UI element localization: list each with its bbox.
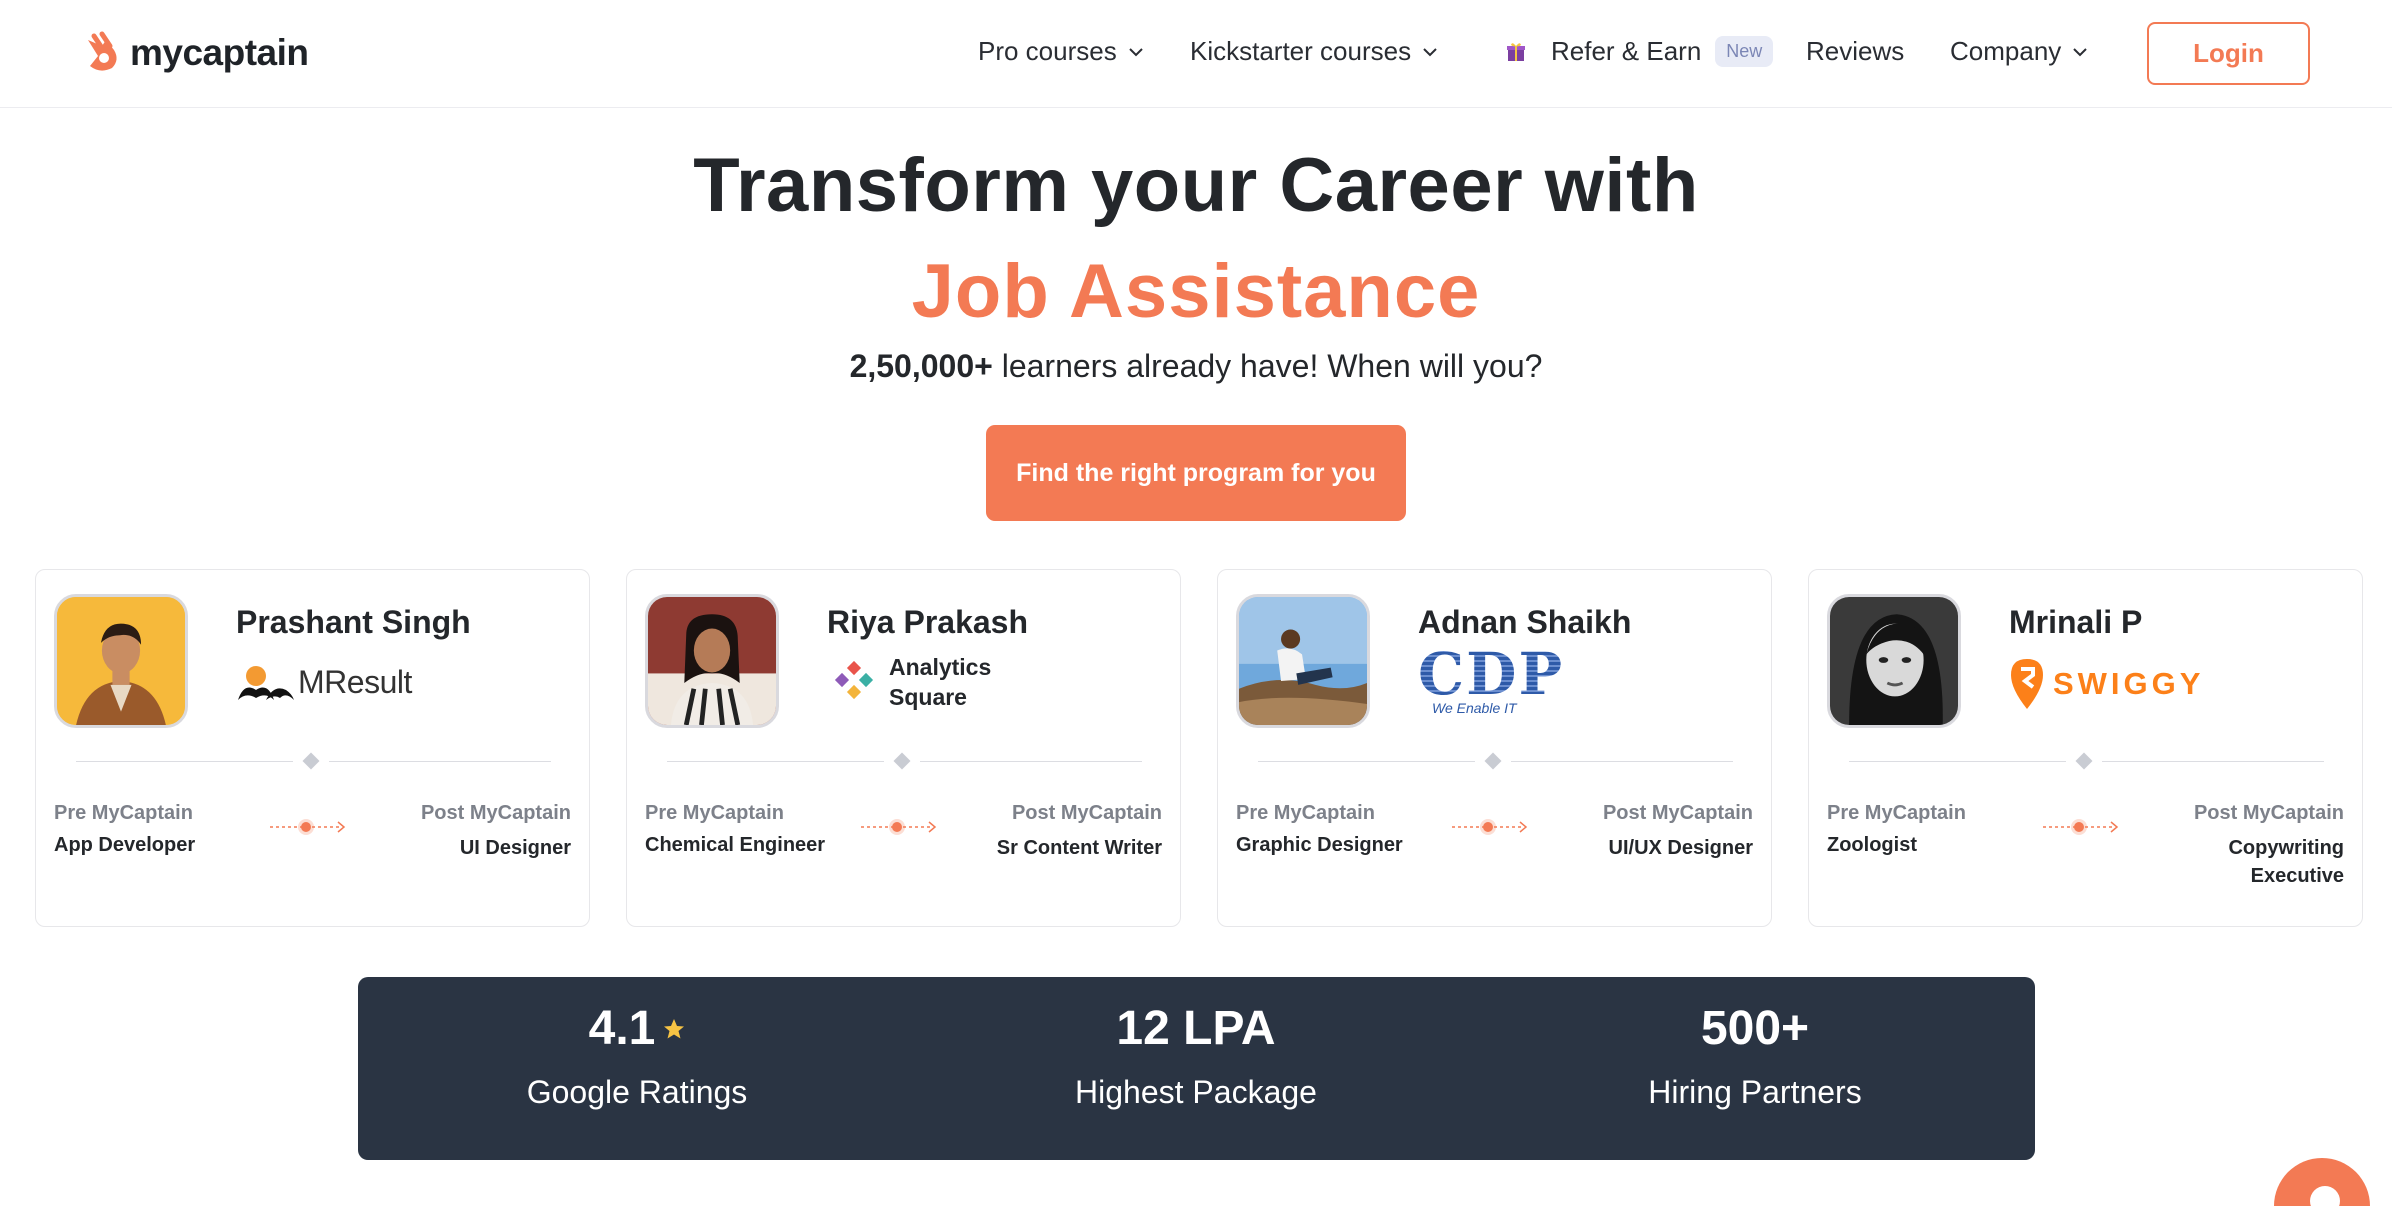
hero-accent-title: Job Assistance: [911, 249, 1481, 334]
analytics-square-line1: Analytics: [889, 654, 992, 680]
post-value-line1: Copywriting: [2228, 837, 2344, 859]
hero-title: Transform your Career with: [693, 143, 1699, 228]
nav-refer-earn-label: Refer & Earn: [1551, 36, 1702, 66]
pre-value: Graphic Designer: [1236, 834, 1403, 856]
logo[interactable]: mycaptain: [80, 30, 309, 76]
person-photo: [57, 597, 185, 725]
post-value: UI/UX Designer: [1608, 837, 1753, 859]
rating-value: 4.1: [588, 1002, 656, 1055]
stats-panel: 4.1 Google Ratings 12 LPA Highest Packag…: [358, 977, 2035, 1160]
nav-refer-earn[interactable]: Refer & Earn New: [1505, 36, 1774, 67]
pre-value: Chemical Engineer: [645, 834, 826, 856]
chevron-down-icon: [2073, 47, 2087, 56]
testimonial-card[interactable]: Mrinali P SWIGGY Pre MyCaptain Zoologist…: [1808, 569, 2363, 927]
mresult-logo-text: MResult: [298, 663, 412, 700]
testimonial-card[interactable]: Prashant Singh MResult Pre MyCaptain App…: [35, 569, 590, 927]
chevron-down-icon: [1423, 47, 1437, 56]
company-logo-mresult: MResult: [236, 652, 412, 712]
stat-value: 4.1: [437, 1001, 837, 1056]
stat-label: Hiring Partners: [1648, 1074, 1862, 1110]
stat-label: Google Ratings: [526, 1074, 748, 1110]
post-value: Sr Content Writer: [996, 837, 1162, 859]
post-label: Post MyCaptain: [1011, 802, 1162, 824]
avatar: [54, 594, 188, 728]
post-value: UI Designer: [459, 837, 571, 859]
cdp-tagline: We Enable IT: [1432, 700, 1517, 716]
star-icon: [664, 1018, 685, 1038]
post-value: Copywriting Executive: [2228, 834, 2344, 890]
analytics-square-line2: Square: [889, 684, 967, 710]
post-label: Post MyCaptain: [2193, 802, 2344, 824]
mresult-logo-icon: [238, 666, 294, 700]
chat-widget-button[interactable]: [2274, 1158, 2370, 1206]
nav-company-label: Company: [1950, 36, 2062, 66]
company-logo-swiggy: SWIGGY: [2009, 654, 2204, 714]
person-name: Riya Prakash: [827, 604, 1029, 640]
stat-google-ratings: 4.1 Google Ratings: [437, 1001, 837, 1111]
nav-pro-courses-label: Pro courses: [978, 36, 1117, 66]
pre-label: Pre MyCaptain: [645, 802, 784, 824]
find-program-button[interactable]: Find the right program for you: [986, 425, 1406, 521]
nav-company[interactable]: Company: [1950, 36, 2089, 67]
learner-count: 2,50,000+: [849, 348, 993, 384]
hero-subtitle: 2,50,000+ learners already have! When wi…: [0, 348, 2392, 385]
testimonial-card[interactable]: Adnan Shaikh CDP We Enable IT Pre MyCapt…: [1217, 569, 1772, 927]
avatar: [645, 594, 779, 728]
site-header: mycaptain Pro courses Kickstarter course…: [0, 0, 2392, 108]
person-name: Adnan Shaikh: [1418, 604, 1632, 640]
person-photo: [648, 597, 776, 725]
person-photo: [1830, 597, 1958, 725]
testimonial-card[interactable]: Riya Prakash Analytics Square Pre MyCapt…: [626, 569, 1181, 927]
nav-kickstarter-courses[interactable]: Kickstarter courses: [1190, 36, 1439, 67]
stat-label: Highest Package: [1075, 1074, 1317, 1110]
swiggy-logo-icon: [2011, 659, 2043, 709]
chevron-down-icon: [1129, 47, 1143, 56]
person-photo: [1239, 597, 1367, 725]
login-button[interactable]: Login: [2147, 22, 2310, 85]
stat-hiring-partners: 500+ Hiring Partners: [1555, 1001, 1955, 1111]
gift-icon: [1507, 42, 1525, 61]
avatar: [1236, 594, 1370, 728]
pre-label: Pre MyCaptain: [1827, 802, 1966, 824]
post-value-line2: Executive: [2250, 865, 2344, 887]
nav-reviews-label: Reviews: [1806, 36, 1905, 66]
mycaptain-logo-icon: [88, 31, 117, 71]
company-logo-analytics-square: Analytics Square: [833, 652, 991, 712]
stat-value: 12 LPA: [1116, 1002, 1276, 1055]
transition-arrow-icon: [861, 819, 937, 835]
new-badge: New: [1715, 36, 1774, 67]
hero-subtitle-text: learners already have! When will you?: [992, 348, 1543, 384]
transition-arrow-icon: [2043, 819, 2119, 835]
pre-label: Pre MyCaptain: [54, 802, 193, 824]
analytics-square-logo-icon: [834, 661, 874, 700]
post-label: Post MyCaptain: [1602, 802, 1753, 824]
analytics-square-logo-text: Analytics Square: [889, 652, 991, 712]
nav-reviews[interactable]: Reviews: [1806, 36, 1904, 67]
transition-arrow-icon: [270, 819, 346, 835]
post-label: Post MyCaptain: [420, 802, 571, 824]
pre-value: Zoologist: [1827, 834, 1917, 856]
transition-arrow-icon: [1452, 819, 1528, 835]
avatar: [1827, 594, 1961, 728]
chat-icon: [2310, 1186, 2340, 1206]
person-name: Prashant Singh: [236, 604, 471, 640]
pre-value: App Developer: [54, 834, 196, 856]
nav-kickstarter-courses-label: Kickstarter courses: [1190, 36, 1412, 66]
cdp-logo-text: CDP: [1418, 640, 1565, 708]
nav-pro-courses[interactable]: Pro courses: [978, 36, 1145, 67]
stat-value: 500+: [1700, 1002, 1810, 1055]
logo-text: mycaptain: [130, 32, 309, 73]
swiggy-logo-text: SWIGGY: [2053, 666, 2205, 701]
person-name: Mrinali P: [2009, 604, 2143, 640]
pre-label: Pre MyCaptain: [1236, 802, 1375, 824]
stat-highest-package: 12 LPA Highest Package: [996, 1001, 1396, 1111]
company-logo-cdp: CDP We Enable IT: [1418, 640, 1565, 716]
